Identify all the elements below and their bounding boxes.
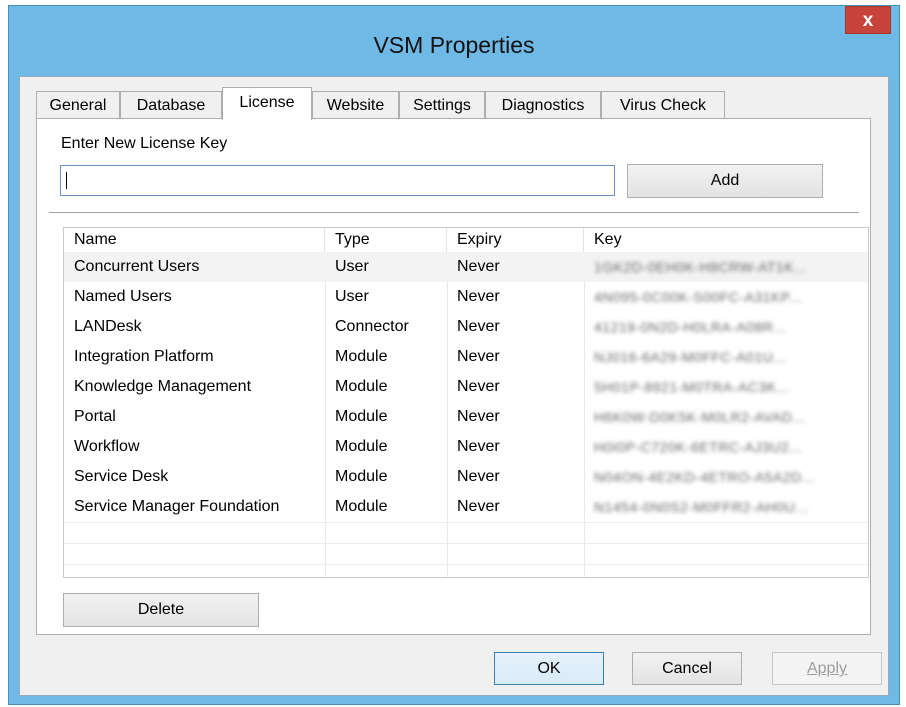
cell-type: Module [335,498,388,515]
license-row[interactable]: Knowledge Management Module Never 5H01P-892… [64,372,868,402]
close-icon: x [862,10,874,31]
tab-license[interactable]: License [222,87,312,120]
tab-website[interactable]: Website [312,91,399,119]
text-caret [66,172,67,189]
tab-settings[interactable]: Settings [399,91,485,119]
cell-type: Module [335,348,388,365]
blurred-key-text: N04ON-4E2KD-4ETRO-A5A2D... [594,469,815,485]
license-row[interactable]: Concurrent Users User Never 1GK2D-0EH0K-H8C… [64,252,868,282]
cell-key: 1GK2D-0EH0K-H8CRW-AT1K... [584,252,868,282]
separator-line [49,212,859,214]
cell-expiry: Never [457,258,500,275]
cell-key: H0I0P-C720K-6ETRC-AJ3U2... [584,432,868,462]
blurred-key-text: H6K0W-D0K5K-M0LR2-AVAD... [594,409,806,425]
title-bar[interactable]: VSM Properties x [9,6,899,76]
cell-name: Concurrent Users [74,258,200,275]
cell-name: LANDesk [74,318,142,335]
cell-expiry: Never [457,438,500,455]
cell-key: NJ016-6A29-M0FFC-A01U... [584,342,868,372]
license-row[interactable]: LANDesk Connector Never 41219-0N2D-H0LRA-A0… [64,312,868,342]
license-tab-panel: Enter New License Key Add Name Type Expi… [36,118,871,635]
cell-name: Portal [74,408,116,425]
row-gridline [64,543,868,544]
add-button[interactable]: Add [627,164,823,198]
tab-general[interactable]: General [36,91,120,119]
cell-expiry: Never [457,498,500,515]
cancel-button[interactable]: Cancel [632,652,742,685]
blurred-key-text: 41219-0N2D-H0LRA-A08R... [594,319,787,335]
cell-expiry: Never [457,378,500,395]
license-key-input[interactable] [60,165,615,196]
tab-database[interactable]: Database [120,91,222,119]
cell-expiry: Never [457,288,500,305]
cell-type: Module [335,408,388,425]
cell-type: Module [335,438,388,455]
cell-name: Named Users [74,288,172,305]
blurred-key-text: NJ016-6A29-M0FFC-A01U... [594,349,787,365]
tab-virus-check[interactable]: Virus Check [601,91,725,119]
column-header-type[interactable]: Type [325,228,447,252]
license-list[interactable]: Name Type Expiry Key Concurrent Users Use… [63,227,869,578]
cell-name: Service Manager Foundation [74,498,280,515]
dialog-client-area: General Database License Website Setting… [19,76,889,696]
cell-name: Knowledge Management [74,378,252,395]
cell-expiry: Never [457,408,500,425]
column-header-expiry[interactable]: Expiry [447,228,584,252]
license-row[interactable]: Portal Module Never H6K0W-D0K5K-M0LR2-AVAD.… [64,402,868,432]
blurred-key-text: 5H01P-8921-M0TRA-AC3K... [594,379,790,395]
cell-name: Service Desk [74,468,169,485]
column-header-key[interactable]: Key [584,228,868,252]
close-button[interactable]: x [845,6,891,34]
cell-key: H6K0W-D0K5K-M0LR2-AVAD... [584,402,868,432]
cell-key: N04ON-4E2KD-4ETRO-A5A2D... [584,462,868,492]
license-row[interactable]: Service Desk Module Never N04ON-4E2KD-4ETRO… [64,462,868,492]
row-gridline [64,522,868,523]
cell-type: User [335,288,369,305]
delete-button[interactable]: Delete [63,593,259,627]
enter-license-key-label: Enter New License Key [61,135,228,152]
tab-diagnostics[interactable]: Diagnostics [485,91,601,119]
apply-button[interactable]: Apply [772,652,882,685]
cell-key: N1454-0N0S2-M0FFR2-AH0U... [584,492,868,522]
window-title: VSM Properties [373,32,535,58]
cell-expiry: Never [457,318,500,335]
blurred-key-text: 4N095-0C00K-S00FC-A31KP... [594,289,803,305]
license-row[interactable]: Named Users User Never 4N095-0C00K-S00FC-A3… [64,282,868,312]
cell-key: 41219-0N2D-H0LRA-A08R... [584,312,868,342]
cell-expiry: Never [457,348,500,365]
cell-name: Workflow [74,438,140,455]
blurred-key-text: N1454-0N0S2-M0FFR2-AH0U... [594,499,809,515]
cell-key: 4N095-0C00K-S00FC-A31KP... [584,282,868,312]
ok-button[interactable]: OK [494,652,604,685]
blurred-key-text: 1GK2D-0EH0K-H8CRW-AT1K... [594,259,808,275]
cell-type: Module [335,468,388,485]
license-row[interactable]: Integration Platform Module Never NJ016-6A2… [64,342,868,372]
cell-type: User [335,258,369,275]
cell-type: Module [335,378,388,395]
apply-button-label: Apply [806,660,848,677]
license-row[interactable]: Workflow Module Never H0I0P-C720K-6ETRC-AJ3… [64,432,868,462]
cell-key: 5H01P-8921-M0TRA-AC3K... [584,372,868,402]
cell-expiry: Never [457,468,500,485]
cell-type: Connector [335,318,409,335]
cell-name: Integration Platform [74,348,214,365]
column-header-name[interactable]: Name [64,228,325,252]
row-gridline [64,564,868,565]
blurred-key-text: H0I0P-C720K-6ETRC-AJ3U2... [594,439,803,455]
license-row[interactable]: Service Manager Foundation Module Never N14… [64,492,868,522]
dialog-window: VSM Properties x General Database Licens… [8,5,900,705]
